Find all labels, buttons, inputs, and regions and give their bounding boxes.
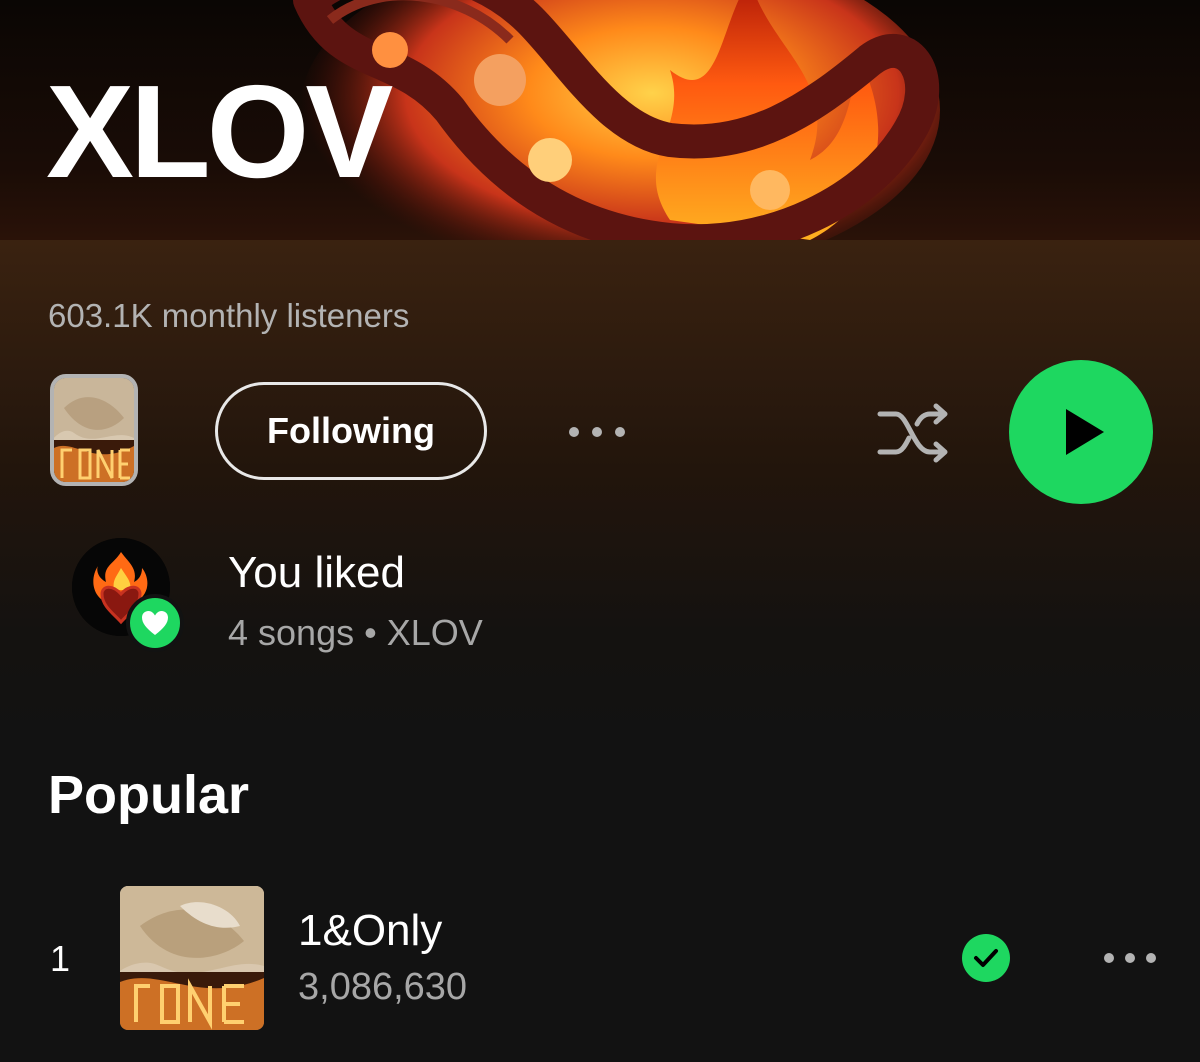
- shuffle-icon: [877, 403, 948, 463]
- play-button[interactable]: [1009, 360, 1153, 504]
- more-horizontal-icon: [569, 427, 625, 437]
- more-horizontal-icon: [1104, 953, 1156, 963]
- album-art-image: [120, 886, 264, 1030]
- track-more-button[interactable]: [1098, 940, 1162, 976]
- liked-songs-subtitle: 4 songs • XLOV: [228, 612, 483, 653]
- popular-section-title: Popular: [48, 765, 250, 825]
- more-options-button[interactable]: [565, 414, 629, 450]
- artist-name: XLOV: [46, 58, 393, 205]
- track-rank: 1: [50, 938, 71, 979]
- liked-songs-title[interactable]: You liked: [228, 548, 405, 598]
- downloaded-badge: [962, 934, 1010, 982]
- heart-icon: [142, 611, 168, 635]
- monthly-listeners: 603.1K monthly listeners: [48, 297, 410, 334]
- track-row[interactable]: 1 1&Only 3,086,630: [0, 870, 1200, 1040]
- track-artwork: [120, 886, 264, 1030]
- track-title: 1&Only: [298, 906, 443, 955]
- artist-content: 603.1K monthly listeners Following You l…: [0, 240, 1200, 1062]
- album-art-thumbnail: [54, 378, 134, 482]
- play-icon: [1066, 409, 1104, 455]
- following-button[interactable]: Following: [215, 382, 487, 480]
- shuffle-button[interactable]: [874, 400, 954, 466]
- artist-header: XLOV: [0, 0, 1200, 240]
- check-circle-icon: [974, 949, 998, 967]
- artist-preview-thumbnail[interactable]: [50, 374, 138, 486]
- track-play-count: 3,086,630: [298, 966, 468, 1008]
- liked-badge: [126, 594, 184, 652]
